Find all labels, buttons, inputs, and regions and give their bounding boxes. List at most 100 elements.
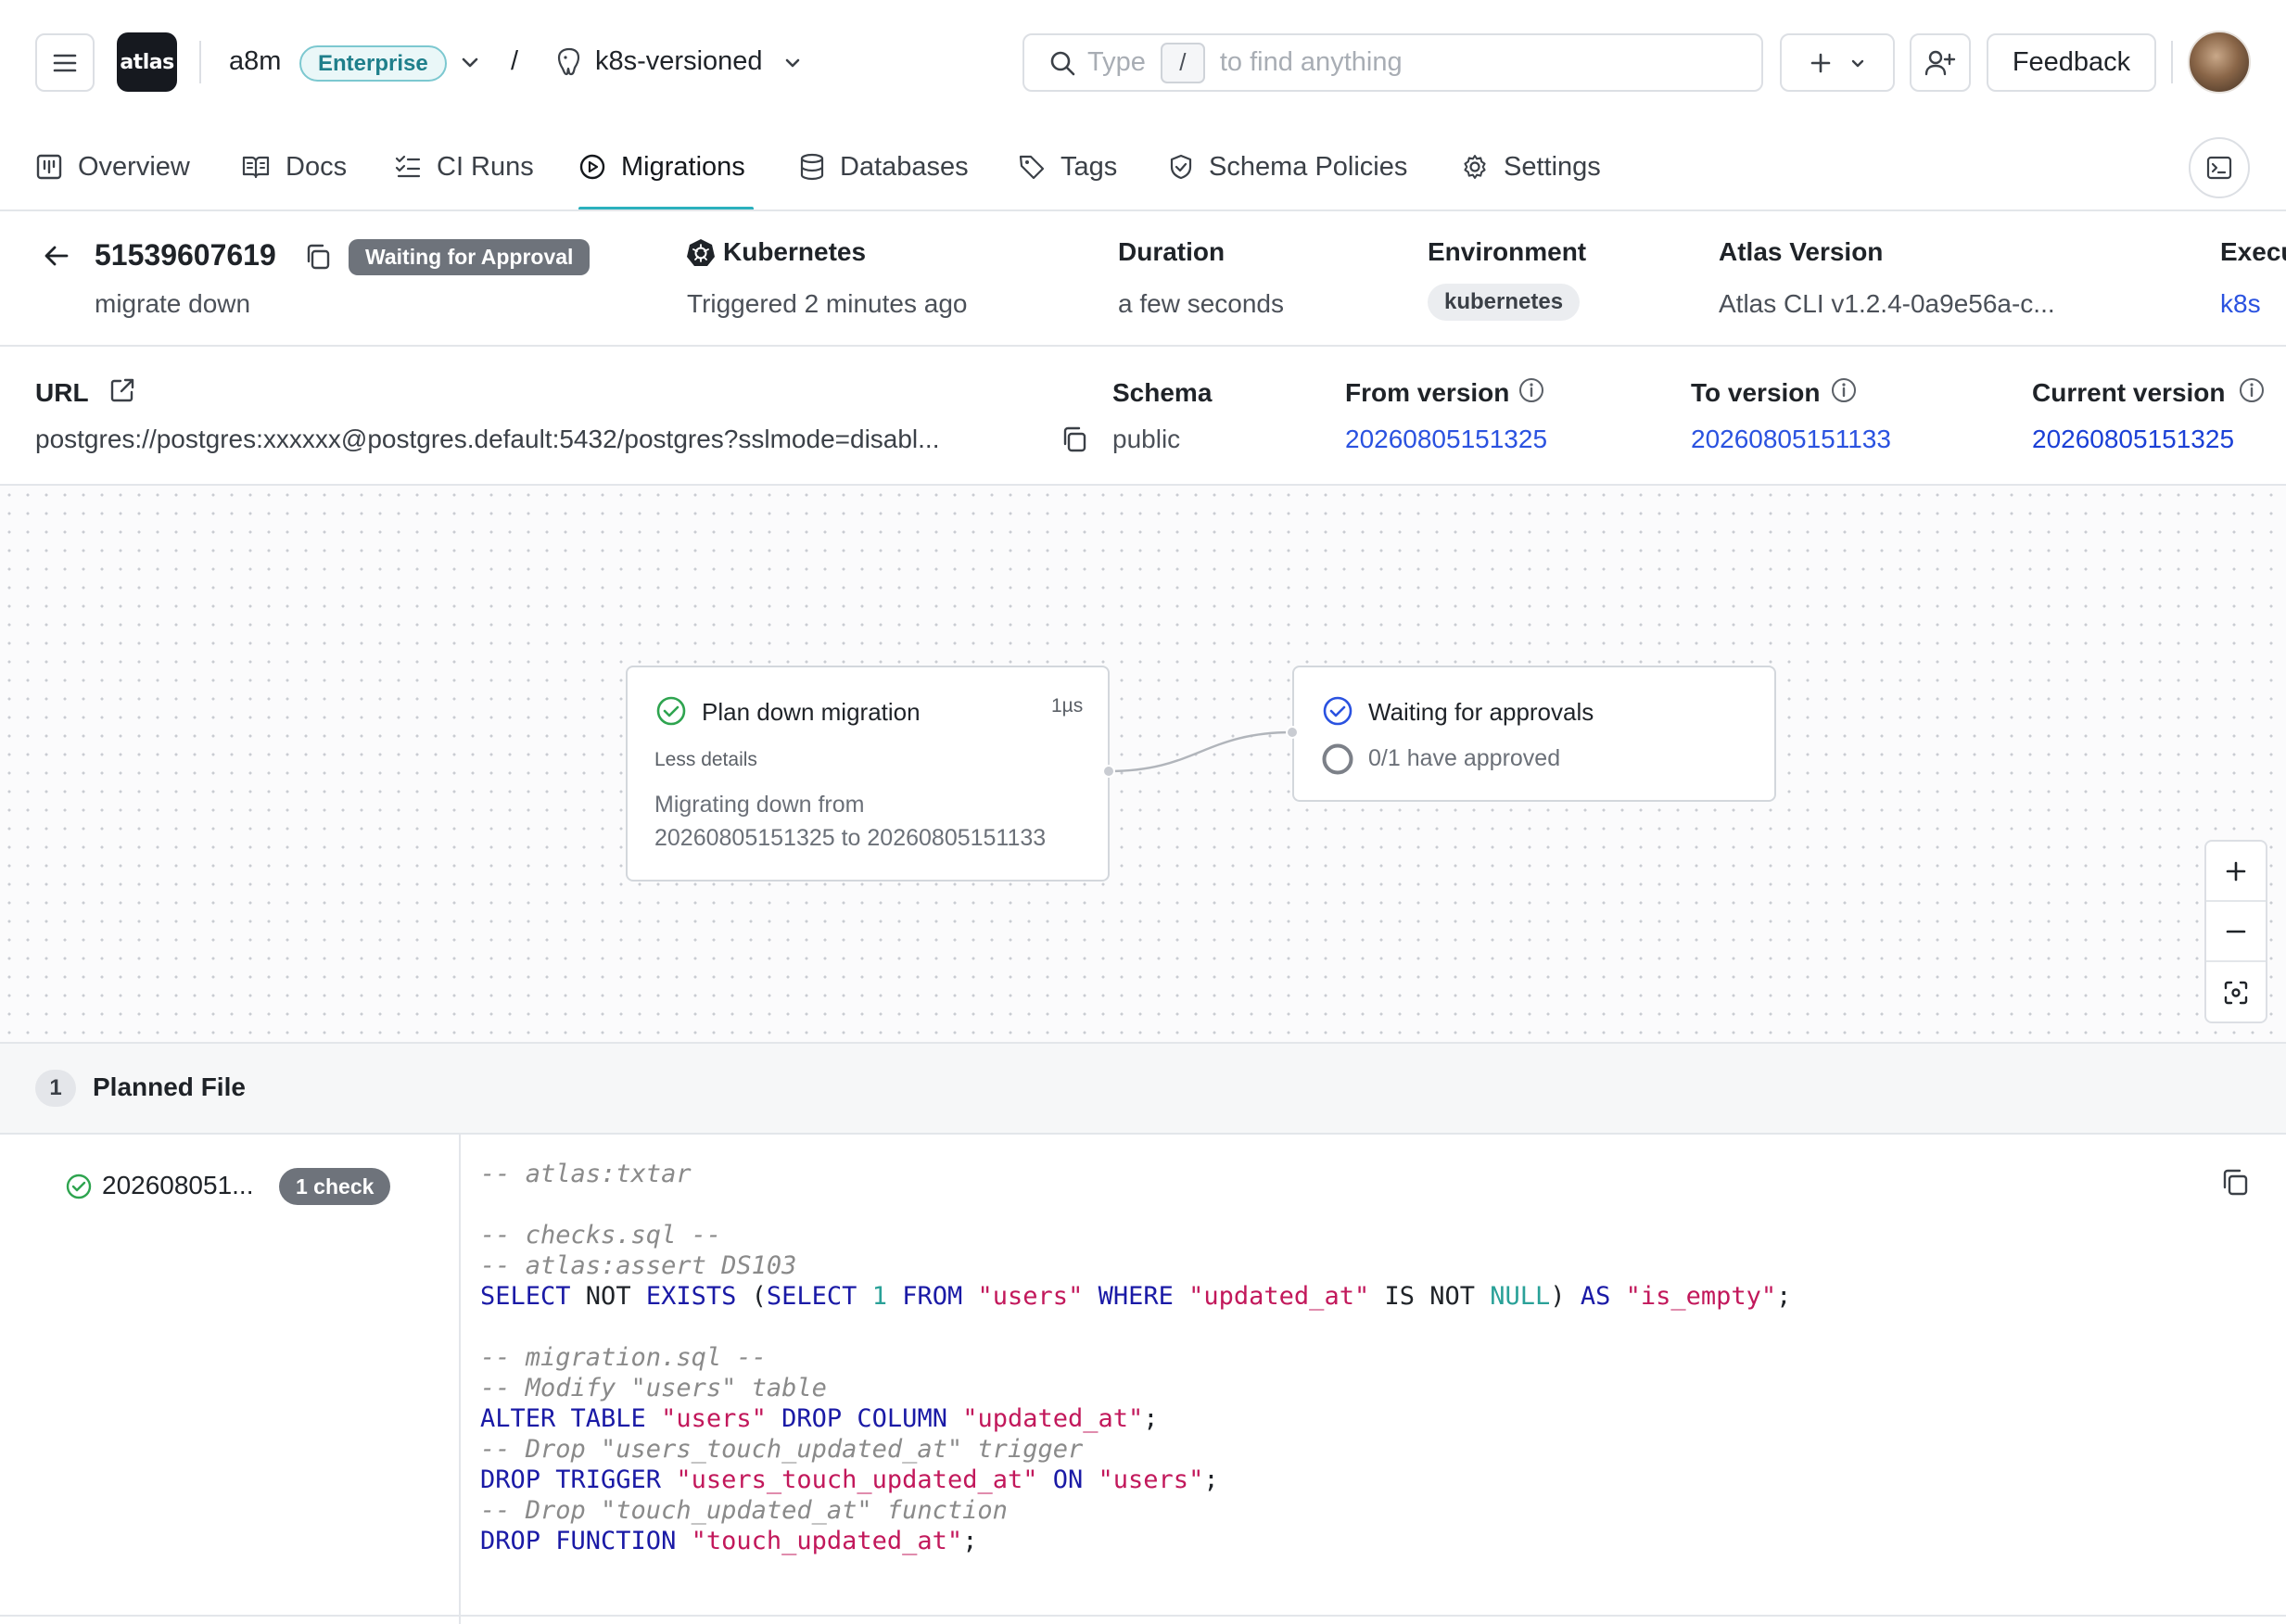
duration-value: a few seconds <box>1118 289 1284 318</box>
code-line: DROP TRIGGER "users_touch_updated_at" ON… <box>480 1465 1791 1495</box>
plan-node-text-line2: 20260805151325 to 20260805151133 <box>654 825 1047 851</box>
tab-docs[interactable]: Docs <box>241 145 347 189</box>
code-token: ON <box>1052 1465 1084 1494</box>
waiting-for-approvals-node[interactable]: Waiting for approvals 0/1 have approved <box>1292 666 1776 802</box>
code-token: ) <box>1550 1282 1581 1311</box>
tab-label: Databases <box>840 151 969 182</box>
code-token: -- checks.sql -- <box>480 1221 722 1250</box>
planned-file-title: Planned File <box>93 1072 246 1101</box>
external-link-icon[interactable] <box>108 376 136 404</box>
chevron-down-icon <box>1851 59 1864 67</box>
code-line: -- migration.sql -- <box>480 1342 1791 1373</box>
tab-tags[interactable]: Tags <box>1018 145 1117 189</box>
tab-migrations[interactable]: Migrations <box>578 145 745 189</box>
code-token: "users" <box>977 1282 1084 1311</box>
copy-code-icon[interactable] <box>2219 1166 2251 1198</box>
code-token: -- Drop "users_touch_updated_at" trigger <box>480 1435 1084 1464</box>
environment-label: Environment <box>1428 237 1587 266</box>
terminal-button[interactable] <box>2189 137 2250 198</box>
plus-icon <box>1810 53 1831 72</box>
zoom-in-button[interactable] <box>2206 842 2266 902</box>
plan-down-migration-node[interactable]: Plan down migration 1µs Less details Mig… <box>626 666 1110 882</box>
plan-node-source-handle[interactable] <box>1102 765 1115 778</box>
run-description: migrate down <box>95 289 251 318</box>
code-token: NOT <box>570 1282 646 1311</box>
back-arrow-icon[interactable] <box>43 243 70 269</box>
to-version-link[interactable]: 20260805151133 <box>1691 425 1891 454</box>
tab-settings[interactable]: Settings <box>1461 145 1601 189</box>
invite-user-button[interactable] <box>1910 33 1971 92</box>
atlas-version-label: Atlas Version <box>1719 237 1884 266</box>
current-version-link[interactable]: 20260805151325 <box>2032 425 2234 454</box>
code-token: "users" <box>661 1404 767 1433</box>
code-token: NULL <box>1490 1282 1551 1311</box>
current-version-label: Current version <box>2032 378 2226 407</box>
shield-icon <box>1170 154 1192 180</box>
code-line: -- checks.sql -- <box>480 1220 1791 1250</box>
approval-progress-ring-icon <box>1322 743 1353 775</box>
pending-check-icon <box>1323 696 1353 726</box>
code-line: -- Modify "users" table <box>480 1373 1791 1403</box>
divider <box>2171 41 2173 83</box>
book-icon <box>242 156 270 179</box>
org-name[interactable]: a8m <box>229 46 281 77</box>
trigger-value: Triggered 2 minutes ago <box>687 289 968 318</box>
code-line: ALTER TABLE "users" DROP COLUMN "updated… <box>480 1403 1791 1434</box>
project-name[interactable]: k8s-versioned <box>595 46 763 77</box>
tab-ci-runs[interactable]: CI Runs <box>394 145 534 189</box>
code-token: EXISTS <box>645 1282 737 1311</box>
user-plus-icon <box>1924 50 1956 75</box>
approval-node-target-handle[interactable] <box>1286 726 1299 739</box>
kubernetes-icon <box>686 237 716 267</box>
file-name[interactable]: 202608051... <box>102 1171 254 1200</box>
environment-badge: kubernetes <box>1428 284 1581 321</box>
postgres-elephant-icon <box>554 46 584 78</box>
search-icon <box>1050 51 1075 75</box>
minus-icon <box>2226 930 2246 933</box>
info-icon[interactable] <box>1830 376 1858 404</box>
schema-label: Schema <box>1112 378 1213 407</box>
copy-url-icon[interactable] <box>1060 425 1089 454</box>
file-list <box>0 1135 461 1624</box>
tag-icon <box>1019 155 1045 180</box>
tab-label: Docs <box>286 151 348 182</box>
tab-databases[interactable]: Databases <box>799 145 969 189</box>
global-search-input[interactable]: Type / to find anything <box>1022 33 1763 92</box>
code-token: ALTER TABLE <box>480 1404 646 1433</box>
code-token: -- migration.sql -- <box>480 1343 767 1372</box>
executor-link[interactable]: k8s <box>2220 289 2261 319</box>
fit-view-button[interactable] <box>2206 962 2266 1022</box>
info-icon[interactable] <box>2238 376 2266 404</box>
atlas-logo[interactable]: atlas <box>117 32 177 92</box>
from-version-link[interactable]: 20260805151325 <box>1345 425 1547 454</box>
code-token: 1 <box>871 1282 887 1311</box>
tab-schema-policies[interactable]: Schema Policies <box>1168 145 1407 189</box>
org-switcher-chevron-icon[interactable] <box>460 54 480 72</box>
plan-badge: Enterprise <box>299 45 447 82</box>
code-token: "users" <box>1098 1465 1204 1494</box>
create-new-button[interactable] <box>1780 33 1895 92</box>
play-circle-icon <box>579 154 605 180</box>
copy-run-id-icon[interactable] <box>303 242 333 272</box>
flow-canvas[interactable]: Plan down migration 1µs Less details Mig… <box>0 486 2286 1042</box>
code-token: "updated_at" <box>962 1404 1144 1433</box>
sql-code-viewer: -- atlas:txtar -- checks.sql -- -- atlas:… <box>480 1159 1791 1556</box>
feedback-button[interactable]: Feedback <box>1987 33 2156 92</box>
info-icon[interactable] <box>1518 376 1545 404</box>
user-avatar[interactable] <box>2188 31 2251 94</box>
plan-node-title: Plan down migration <box>702 698 921 726</box>
tab-overview[interactable]: Overview <box>35 145 190 189</box>
atlas-version-value: Atlas CLI v1.2.4-0a9e56a-c... <box>1719 289 2055 318</box>
toggle-details-link[interactable]: Less details <box>654 749 757 771</box>
menu-button[interactable] <box>35 33 95 92</box>
planned-file-header[interactable] <box>0 1042 2286 1135</box>
approval-status: 0/1 have approved <box>1368 745 1561 771</box>
code-token: "updated_at" <box>1188 1282 1370 1311</box>
zoom-out-button[interactable] <box>2206 902 2266 962</box>
project-switcher-chevron-icon[interactable] <box>783 54 802 72</box>
